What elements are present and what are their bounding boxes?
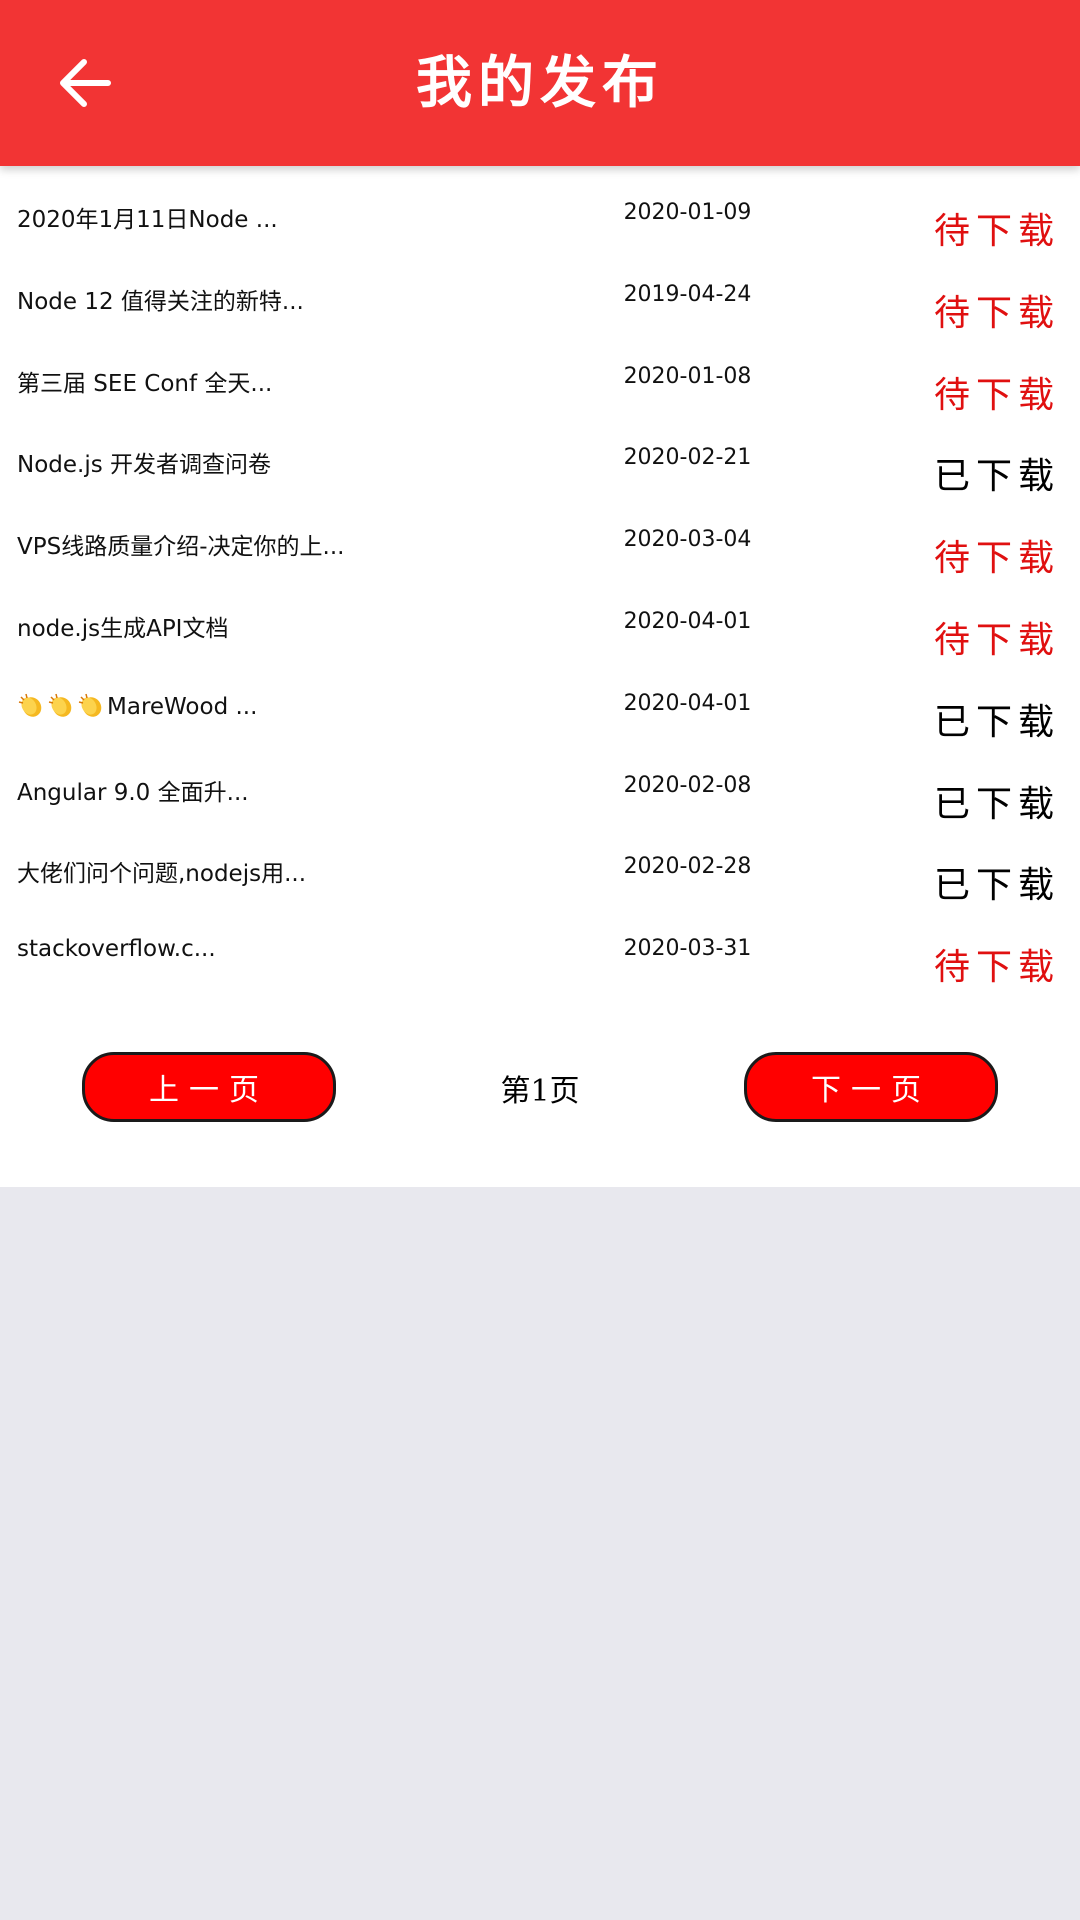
item-title-text: VPS线路质量介绍-决定你的上... bbox=[17, 534, 345, 561]
item-title-text: Angular 9.0 全面升... bbox=[17, 779, 249, 806]
clapping-hands-icon bbox=[18, 693, 42, 717]
item-date: 2020-01-09 bbox=[623, 200, 752, 225]
list-item[interactable]: Angular 9.0 全面升... 2020-02-08 已下载 bbox=[0, 739, 1080, 825]
list-item[interactable]: 2020年1月11日Node ... 2020-01-09 待下载 bbox=[0, 166, 1080, 252]
item-title-text: 大佬们问个问题,nodejs用... bbox=[17, 861, 307, 888]
item-date: 2019-04-24 bbox=[623, 281, 752, 307]
item-title: VPS线路质量介绍-决定你的上... bbox=[17, 527, 344, 561]
list-item[interactable]: VPS线路质量介绍-决定你的上... 2020-03-04 待下载 bbox=[0, 493, 1080, 579]
next-page-button[interactable]: 下一页 bbox=[744, 1052, 998, 1122]
item-date: 2020-01-08 bbox=[623, 363, 752, 389]
item-title: Node.js 开发者调查问卷 bbox=[17, 445, 271, 479]
download-pending-button[interactable]: 待下载 bbox=[934, 202, 1060, 254]
item-title: Node 12 值得关注的新特... bbox=[17, 282, 304, 316]
item-date: 2020-04-01 bbox=[623, 608, 752, 634]
item-title: MareWood ... bbox=[17, 691, 257, 720]
download-pending-button[interactable]: 待下载 bbox=[934, 529, 1060, 581]
item-title: 大佬们问个问题,nodejs用... bbox=[17, 854, 306, 888]
download-pending-button[interactable]: 待下载 bbox=[934, 366, 1060, 418]
downloaded-status[interactable]: 已下载 bbox=[934, 856, 1060, 908]
item-title: 第三届 SEE Conf 全天... bbox=[17, 364, 272, 398]
prev-page-button[interactable]: 上一页 bbox=[82, 1052, 336, 1122]
app-header: 我的发布 bbox=[0, 0, 1080, 166]
clapping-hands-icon bbox=[78, 693, 102, 717]
list-item[interactable]: Node 12 值得关注的新特... 2019-04-24 待下载 bbox=[0, 248, 1080, 334]
item-title-text: stackoverflow.c... bbox=[17, 936, 216, 963]
item-title-text: Node.js 开发者调查问卷 bbox=[17, 452, 272, 479]
item-title-text: MareWood ... bbox=[107, 693, 258, 720]
item-title: Angular 9.0 全面升... bbox=[17, 773, 249, 807]
item-date: 2020-03-31 bbox=[623, 936, 752, 962]
downloaded-status[interactable]: 已下载 bbox=[934, 775, 1060, 827]
download-pending-button[interactable]: 待下载 bbox=[934, 284, 1060, 336]
downloaded-status[interactable]: 已下载 bbox=[934, 447, 1060, 499]
item-date: 2020-02-21 bbox=[623, 445, 752, 471]
download-pending-button[interactable]: 待下载 bbox=[934, 938, 1060, 990]
item-title-text: 2020年1月11日Node ... bbox=[17, 207, 278, 233]
item-date: 2020-02-28 bbox=[623, 854, 752, 880]
list-item[interactable]: 大佬们问个问题,nodejs用... 2020-02-28 已下载 bbox=[0, 820, 1080, 906]
list-item[interactable]: node.js生成API文档 2020-04-01 待下载 bbox=[0, 575, 1080, 661]
item-title-text: 第三届 SEE Conf 全天... bbox=[17, 370, 273, 397]
list-item[interactable]: MareWood ... 2020-04-01 已下载 bbox=[0, 657, 1080, 743]
downloaded-status[interactable]: 已下载 bbox=[934, 693, 1060, 745]
item-title-text: node.js生成API文档 bbox=[17, 615, 229, 642]
item-date: 2020-03-04 bbox=[623, 527, 752, 553]
item-title: 2020年1月11日Node ... bbox=[17, 200, 278, 234]
pagination: 上一页 第1页 下一页 bbox=[0, 1052, 1080, 1122]
content-panel: 2020年1月11日Node ... 2020-01-09 待下载 Node 12 值… bbox=[0, 166, 1080, 1187]
publication-list: 2020年1月11日Node ... 2020-01-09 待下载 Node 12 值… bbox=[0, 166, 1080, 988]
download-pending-button[interactable]: 待下载 bbox=[934, 611, 1060, 663]
item-date: 2020-04-01 bbox=[623, 690, 752, 716]
list-item[interactable]: stackoverflow.c... 2020-03-31 待下载 bbox=[0, 902, 1080, 988]
item-title: stackoverflow.c... bbox=[17, 936, 216, 962]
list-item[interactable]: 第三届 SEE Conf 全天... 2020-01-08 待下载 bbox=[0, 330, 1080, 416]
item-title-text: Node 12 值得关注的新特... bbox=[17, 288, 304, 315]
item-date: 2020-02-08 bbox=[623, 772, 752, 798]
page-indicator: 第1页 bbox=[500, 1074, 580, 1109]
page-title: 我的发布 bbox=[416, 50, 664, 116]
clapping-hands-icon bbox=[48, 693, 72, 717]
list-item[interactable]: Node.js 开发者调查问卷 2020-02-21 已下载 bbox=[0, 411, 1080, 497]
item-title: node.js生成API文档 bbox=[17, 609, 228, 643]
